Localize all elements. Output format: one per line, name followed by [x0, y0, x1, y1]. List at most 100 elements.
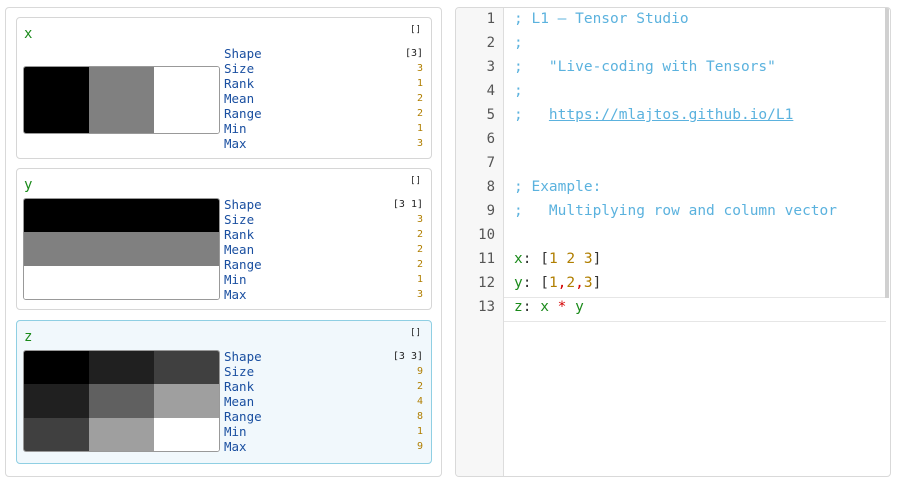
- code-line-9[interactable]: ; Multiplying row and column vector: [514, 203, 837, 219]
- stat-value-rank: 1: [416, 78, 423, 89]
- tensor-heatmap: [23, 66, 220, 134]
- code-editor[interactable]: 1 2 3 4 5 6 7 8 9 10 11 12 13 ; L1 — Ten…: [455, 7, 891, 477]
- stat-value-size: 3: [416, 214, 423, 225]
- tensor-heatmap: [23, 198, 220, 300]
- stat-label-rank: Rank: [224, 379, 255, 394]
- variables-panel: x [] Shape Size Rank Mean Range Min Max …: [5, 7, 442, 477]
- stats-labels: Shape Size Rank Mean Range Min Max: [224, 349, 262, 454]
- code-line-8[interactable]: ; Example:: [514, 179, 601, 195]
- stat-label-size: Size: [224, 212, 255, 227]
- multiply-operator: *: [548, 299, 576, 315]
- line-number: 7: [486, 155, 495, 171]
- heatmap-cell: [153, 417, 219, 451]
- variable-card-z[interactable]: z [] Shape Size Rank Mean Range Min Max …: [16, 320, 432, 464]
- identifier-x: x: [514, 251, 523, 267]
- heatmap-cell: [153, 351, 219, 385]
- number-literal: 3: [583, 251, 593, 267]
- close-bracket: ]: [592, 275, 602, 291]
- stat-value-min: 1: [416, 274, 423, 285]
- line-number: 12: [478, 275, 495, 291]
- comment-prefix: ;: [514, 107, 549, 123]
- variable-name: y: [24, 177, 33, 193]
- heatmap-cell: [24, 199, 219, 233]
- stat-value-mean: 2: [416, 93, 423, 104]
- stat-label-range: Range: [224, 257, 262, 272]
- code-line-12[interactable]: y: [1,2,3]: [514, 275, 601, 291]
- heatmap-cell: [24, 351, 89, 385]
- stat-label-size: Size: [224, 61, 255, 76]
- variable-card-x[interactable]: x [] Shape Size Rank Mean Range Min Max …: [16, 17, 432, 159]
- code-line-13[interactable]: z: x * y: [514, 299, 584, 315]
- stat-label-range: Range: [224, 106, 262, 121]
- stats-values: [3] 3 1 2 2 1 3: [405, 46, 423, 151]
- code-line-5[interactable]: ; https://mlajtos.github.io/L1: [514, 107, 793, 123]
- stat-value-min: 1: [416, 123, 423, 134]
- line-number: 5: [486, 107, 495, 123]
- variable-card-y[interactable]: y [] Shape Size Rank Mean Range Min Max …: [16, 168, 432, 310]
- variable-name: z: [24, 329, 33, 345]
- identifier-z: z: [514, 299, 523, 315]
- stat-label-mean: Mean: [224, 394, 255, 409]
- stat-label-rank: Rank: [224, 76, 255, 91]
- stat-label-rank: Rank: [224, 227, 255, 242]
- comma: ,: [575, 275, 584, 291]
- line-number: 2: [486, 35, 495, 51]
- heatmap-cell: [24, 265, 219, 299]
- stat-label-mean: Mean: [224, 91, 255, 106]
- stat-label-min: Min: [224, 121, 247, 136]
- heatmap-cell: [88, 417, 154, 451]
- project-link[interactable]: https://mlajtos.github.io/L1: [549, 107, 793, 123]
- line-number: 13: [478, 299, 495, 315]
- stat-label-max: Max: [224, 287, 247, 302]
- stat-label-mean: Mean: [224, 242, 255, 257]
- stat-value-max: 3: [416, 138, 423, 149]
- code-line-1[interactable]: ; L1 — Tensor Studio: [514, 11, 689, 27]
- stats-labels: Shape Size Rank Mean Range Min Max: [224, 46, 262, 151]
- line-number: 8: [486, 179, 495, 195]
- number-literal: 3: [583, 275, 593, 291]
- code-line-11[interactable]: x: [1 2 3]: [514, 251, 601, 267]
- stat-value-range: 8: [416, 411, 423, 422]
- stats-labels: Shape Size Rank Mean Range Min Max: [224, 197, 262, 302]
- line-number: 9: [486, 203, 495, 219]
- heatmap-cell: [88, 384, 154, 418]
- stat-label-max: Max: [224, 439, 247, 454]
- heatmap-cell: [153, 67, 219, 133]
- stat-label-range: Range: [224, 409, 262, 424]
- heatmap-cell: [24, 67, 89, 133]
- stats-values: [3 3] 9 2 4 8 1 9: [393, 349, 423, 454]
- stat-value-mean: 2: [416, 244, 423, 255]
- stat-value-size: 3: [416, 63, 423, 74]
- tensor-heatmap: [23, 350, 220, 452]
- stat-label-shape: Shape: [224, 349, 262, 364]
- number-literal: 2: [566, 275, 576, 291]
- stat-value-shape: [3 1]: [392, 199, 423, 210]
- stat-value-range: 2: [416, 259, 423, 270]
- stat-value-range: 2: [416, 108, 423, 119]
- stat-label-shape: Shape: [224, 197, 262, 212]
- stat-value-mean: 4: [416, 396, 423, 407]
- tensor-menu-icon[interactable]: []: [410, 176, 421, 186]
- line-number: 3: [486, 59, 495, 75]
- stat-value-max: 9: [416, 441, 423, 452]
- stat-label-min: Min: [224, 272, 247, 287]
- stats-values: [3 1] 3 2 2 2 1 3: [393, 197, 423, 302]
- line-number: 6: [486, 131, 495, 147]
- separator: [575, 251, 584, 267]
- editor-scrollbar[interactable]: [885, 8, 889, 298]
- stat-value-rank: 2: [416, 229, 423, 240]
- tensor-menu-icon[interactable]: []: [410, 328, 421, 338]
- identifier-x-ref: x: [540, 299, 549, 315]
- identifier-y-ref: y: [575, 299, 584, 315]
- line-number: 4: [486, 83, 495, 99]
- code-line-4[interactable]: ;: [514, 83, 523, 99]
- code-line-2[interactable]: ;: [514, 35, 523, 51]
- heatmap-cell: [24, 232, 219, 266]
- line-number: 1: [486, 11, 495, 27]
- code-line-3[interactable]: ; "Live-coding with Tensors": [514, 59, 776, 75]
- stat-label-size: Size: [224, 364, 255, 379]
- stat-value-shape: [3 3]: [392, 351, 423, 362]
- close-bracket: ]: [592, 251, 602, 267]
- tensor-menu-icon[interactable]: []: [410, 25, 421, 35]
